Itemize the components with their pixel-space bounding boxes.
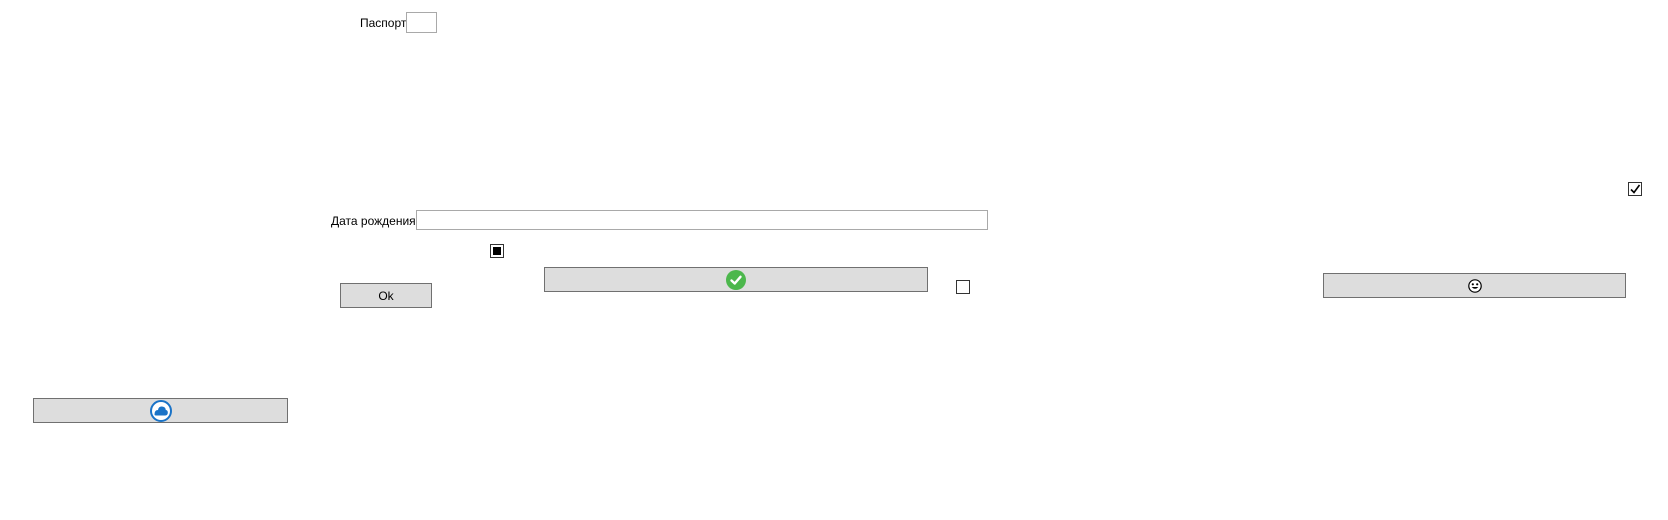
top-right-checkbox[interactable] — [1628, 182, 1642, 196]
smiley-button[interactable] — [1323, 273, 1626, 298]
ok-button[interactable]: Ok — [340, 283, 432, 308]
green-checkmark-icon — [726, 269, 746, 290]
indeterminate-checkbox[interactable] — [490, 244, 504, 258]
cloud-button[interactable] — [33, 398, 288, 423]
blue-cloud-icon — [149, 399, 172, 422]
indeterminate-mark — [493, 247, 501, 255]
form-window: Паспорт Дата рождения Ok — [0, 0, 1668, 520]
passport-input[interactable] — [406, 12, 437, 33]
birthdate-input[interactable] — [416, 210, 988, 230]
checkmark-icon — [1629, 183, 1641, 195]
confirm-button[interactable] — [544, 267, 928, 292]
unchecked-checkbox[interactable] — [956, 280, 970, 294]
birthdate-label: Дата рождения — [331, 214, 416, 228]
smiley-face-icon — [1467, 278, 1482, 293]
passport-label: Паспорт — [360, 16, 407, 30]
